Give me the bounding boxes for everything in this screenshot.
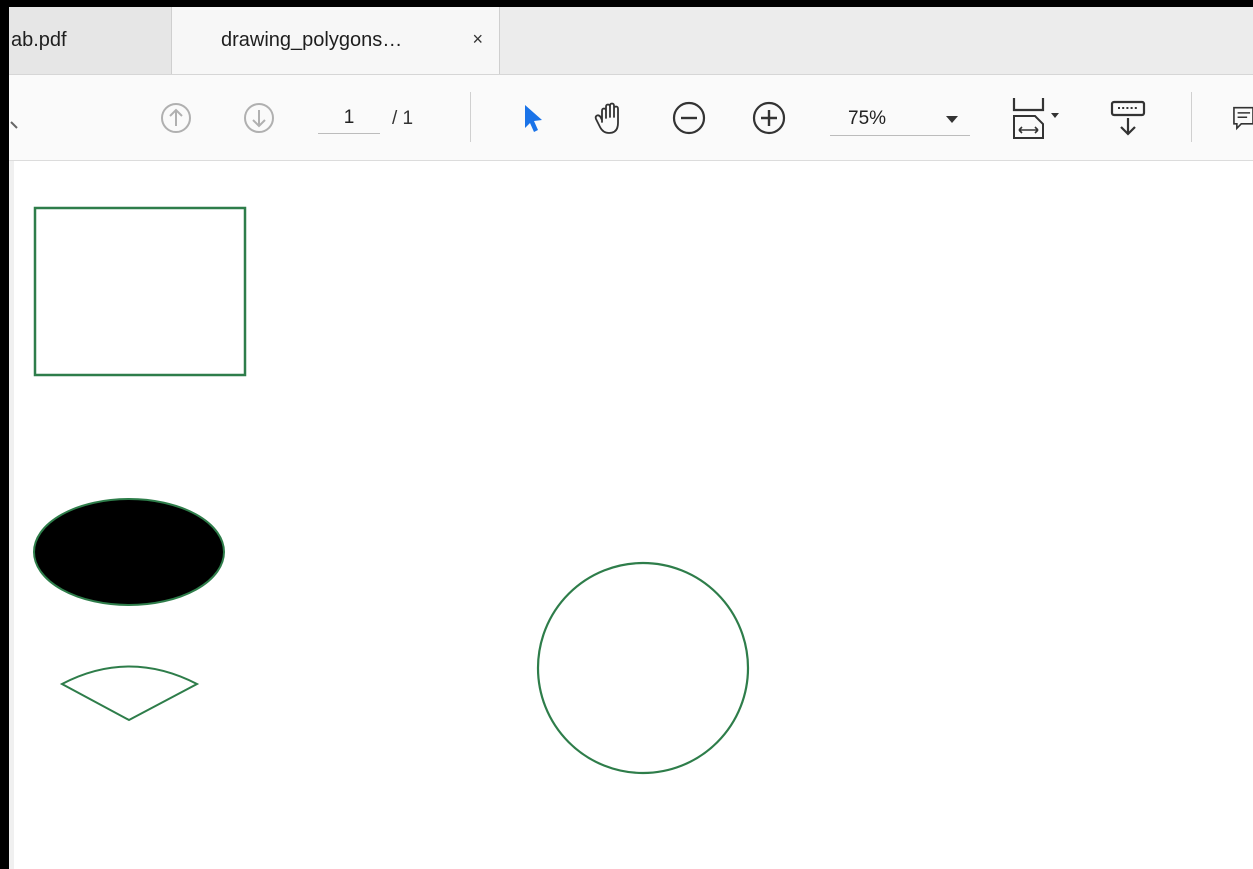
circle-shape (536, 561, 750, 775)
tab-ab-pdf[interactable]: ab.pdf (9, 7, 172, 74)
tab-label: ab.pdf (11, 29, 67, 51)
rectangle-shape (33, 206, 247, 377)
zoom-out-icon[interactable] (669, 75, 709, 160)
comment-icon[interactable] (1231, 75, 1253, 160)
hand-tool-icon[interactable] (587, 75, 633, 160)
window-frame-left (0, 0, 9, 869)
zoom-in-icon[interactable] (749, 75, 789, 160)
page-fit-icon[interactable] (1007, 75, 1069, 160)
window-frame-top (0, 0, 1253, 7)
tab-drawing-polygons[interactable]: drawing_polygons… × (172, 7, 500, 74)
close-icon[interactable]: × (472, 29, 483, 50)
drawing-canvas (33, 206, 750, 775)
next-page-icon[interactable] (239, 75, 279, 160)
zoom-dropdown[interactable]: 75% (830, 102, 970, 136)
toolbar-divider (470, 92, 471, 142)
scrolling-mode-icon[interactable] (1106, 75, 1150, 160)
document-page (9, 161, 1253, 869)
chevron-down-icon (946, 116, 958, 123)
sector-shape (59, 665, 200, 722)
tab-bar: ab.pdf drawing_polygons… × (9, 7, 1253, 75)
select-tool-icon[interactable] (513, 75, 553, 160)
toolbar-divider (1191, 92, 1192, 142)
tab-label: drawing_polygons… (221, 29, 403, 51)
page-number-input[interactable] (318, 103, 380, 134)
page-total: / 1 (392, 108, 414, 129)
previous-page-icon[interactable] (156, 75, 196, 160)
chevron-left-icon[interactable] (9, 75, 23, 160)
toolbar: / 1 75% (9, 75, 1253, 161)
zoom-value: 75% (848, 108, 887, 129)
ellipse-shape (33, 498, 225, 606)
